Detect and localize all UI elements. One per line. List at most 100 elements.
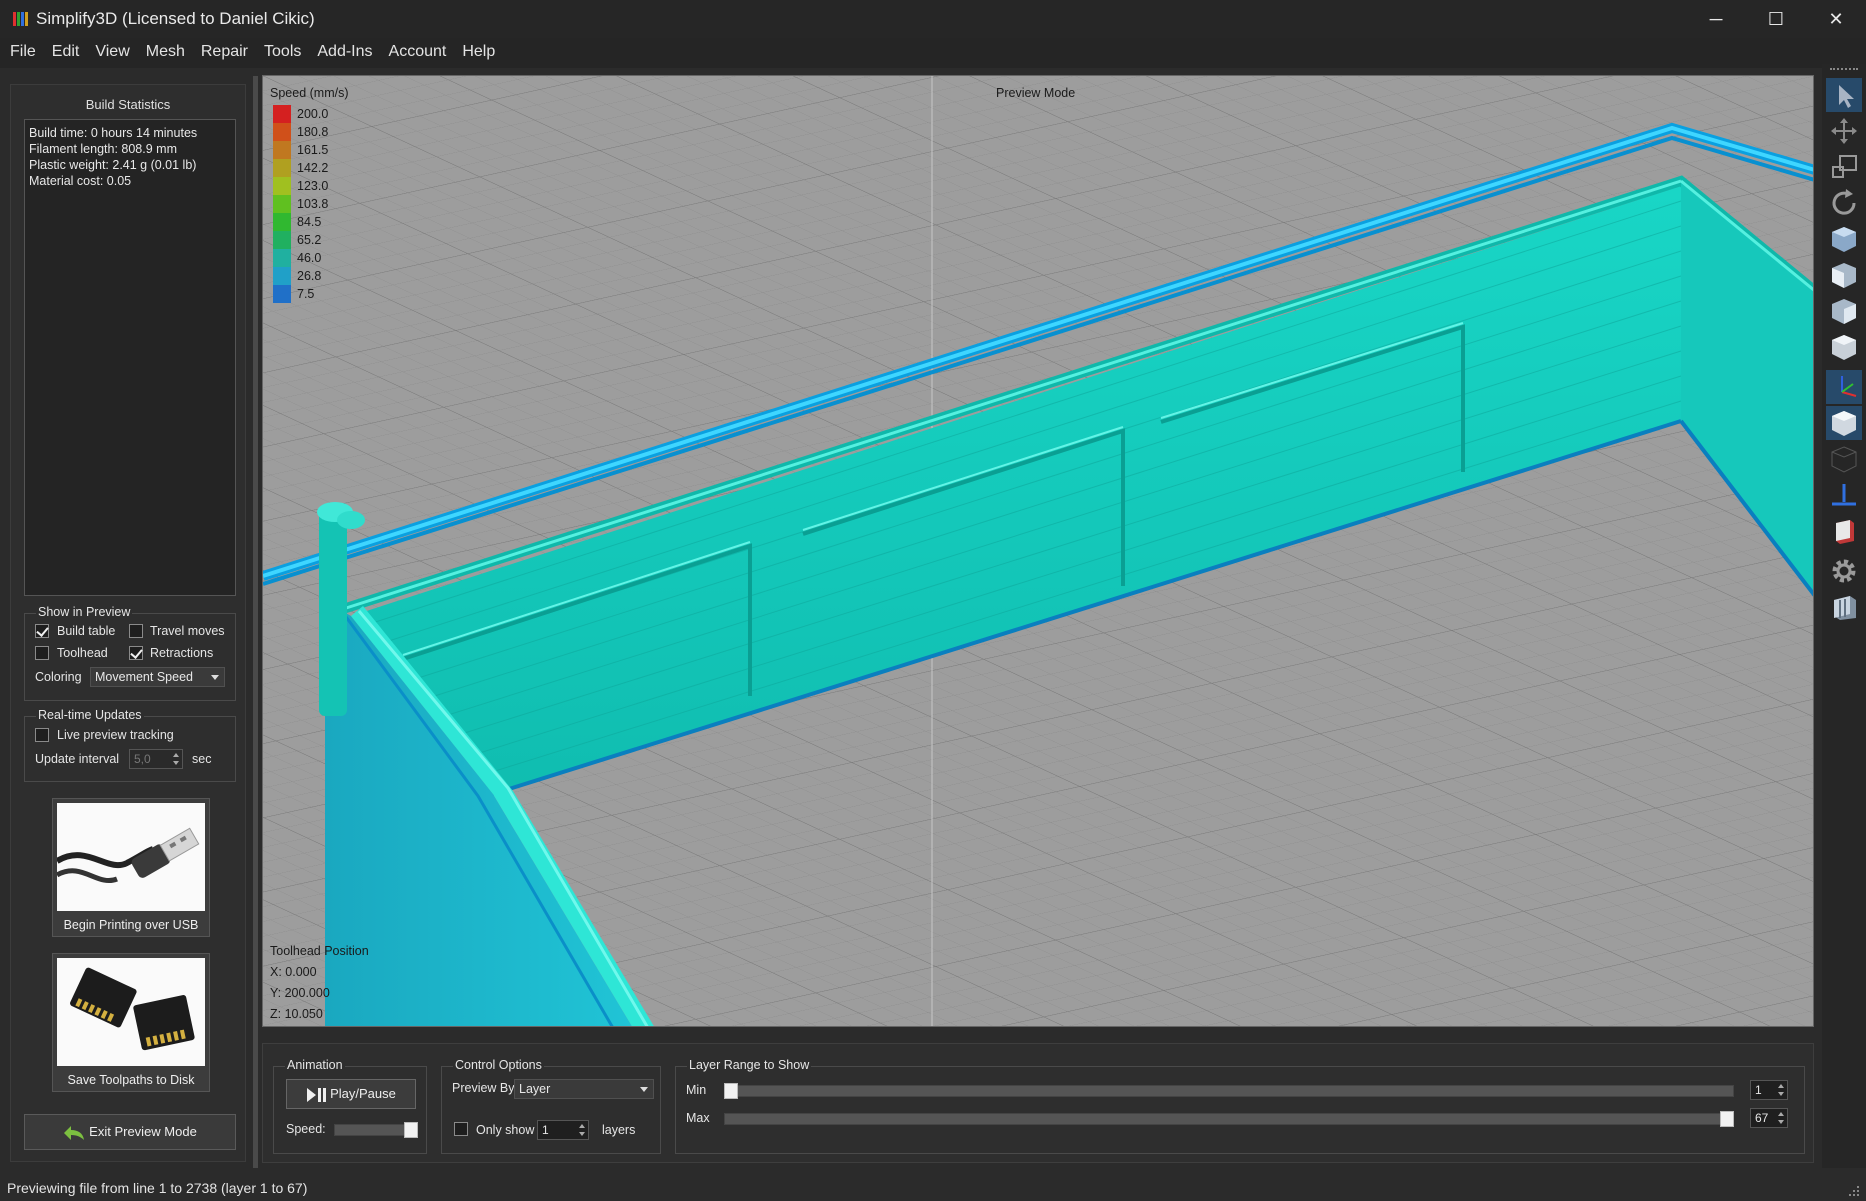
spin-down-icon[interactable] [1778, 1120, 1784, 1124]
scale-icon[interactable] [1826, 150, 1862, 184]
bottom-control-panel: Animation Play/Pause Speed: Control Opti… [262, 1043, 1814, 1163]
legend-swatch [273, 177, 291, 195]
animation-speed-handle[interactable] [404, 1122, 418, 1138]
select-icon[interactable] [1826, 78, 1862, 112]
legend-value: 123.0 [297, 179, 329, 193]
max-layer-input[interactable]: 67 [1750, 1108, 1788, 1128]
view-top-icon[interactable] [1826, 222, 1862, 256]
legend-value: 7.5 [297, 287, 315, 301]
legend-swatch [273, 159, 291, 177]
max-layer-value: 67 [1755, 1111, 1769, 1125]
sd-cards-image [57, 958, 205, 1066]
travel-moves-label: Travel moves [150, 624, 225, 638]
legend-swatch [273, 141, 291, 159]
move-icon[interactable] [1826, 114, 1862, 148]
preview-viewport[interactable]: Speed (mm/s) 200.0 180.8 161.5 142.2 123.0 10… [262, 75, 1814, 1027]
spin-up-icon[interactable] [1778, 1084, 1784, 1088]
legend-value: 180.8 [297, 125, 329, 139]
print-settings-icon[interactable] [1826, 514, 1862, 548]
min-layer-label: Min [686, 1083, 707, 1097]
solid-view-icon[interactable] [1826, 406, 1862, 440]
minimize-button[interactable]: ─ [1686, 0, 1746, 38]
toolbar-grip[interactable] [1830, 68, 1858, 70]
right-toolbar [1822, 64, 1866, 1168]
toolhead-x: X: 0.000 [270, 965, 317, 979]
toolhead-checkbox[interactable] [35, 646, 49, 660]
toolhead-position-title: Toolhead Position [270, 944, 369, 958]
menu-view[interactable]: View [87, 38, 137, 68]
menu-repair[interactable]: Repair [193, 38, 256, 68]
update-interval-unit: sec [192, 752, 212, 766]
menu-file[interactable]: File [0, 38, 44, 68]
travel-moves-checkbox[interactable] [129, 624, 143, 638]
update-interval-input[interactable]: 5,0 [129, 749, 183, 769]
live-preview-checkbox[interactable] [35, 728, 49, 742]
menu-add-ins[interactable]: Add-Ins [309, 38, 380, 68]
preview-mode-label: Preview Mode [996, 86, 1076, 100]
view-left-icon[interactable] [1826, 294, 1862, 328]
speed-label: Speed: [286, 1122, 326, 1136]
only-show-layers-input[interactable]: 1 [537, 1120, 589, 1140]
build-statistics-title: Build Statistics [85, 97, 171, 112]
exit-preview-mode-button[interactable]: Exit Preview Mode [24, 1114, 236, 1150]
stat-filament-length: Filament length: 808.9 mm [29, 142, 177, 156]
min-layer-input[interactable]: 1 [1750, 1080, 1788, 1100]
spin-up-icon[interactable] [579, 1124, 585, 1128]
only-show-value: 1 [542, 1123, 549, 1137]
legend-swatch [273, 213, 291, 231]
save-toolpaths-button[interactable]: Save Toolpaths to Disk [52, 953, 210, 1092]
panel-splitter[interactable] [253, 76, 258, 1168]
only-show-checkbox[interactable] [454, 1122, 468, 1136]
retractions-checkbox[interactable] [129, 646, 143, 660]
spin-up-icon[interactable] [173, 753, 179, 757]
show-in-preview-title: Show in Preview [36, 605, 133, 619]
legend-swatch [273, 195, 291, 213]
legend-value: 84.5 [297, 215, 322, 229]
max-layer-label: Max [686, 1111, 710, 1125]
control-options-group: Control Options Preview By Layer Only sh… [441, 1058, 661, 1154]
menu-edit[interactable]: Edit [44, 38, 88, 68]
spin-up-icon[interactable] [1778, 1112, 1784, 1116]
spin-down-icon[interactable] [173, 761, 179, 765]
begin-printing-usb-button[interactable]: Begin Printing over USB [52, 798, 210, 937]
menu-account[interactable]: Account [381, 38, 455, 68]
coloring-label: Coloring [35, 670, 82, 684]
status-bar: Previewing file from line 1 to 2738 (lay… [0, 1176, 1866, 1201]
toolhead-z: Z: 10.050 [270, 1007, 323, 1021]
window-title: Simplify3D (Licensed to Daniel Cikic) [36, 9, 315, 28]
build-table-checkbox[interactable] [35, 624, 49, 638]
menu-mesh[interactable]: Mesh [138, 38, 193, 68]
spin-down-icon[interactable] [579, 1132, 585, 1136]
close-button[interactable]: ✕ [1806, 0, 1866, 38]
wireframe-view-icon[interactable] [1826, 442, 1862, 476]
view-front-icon[interactable] [1826, 258, 1862, 292]
chevron-down-icon [640, 1087, 648, 1092]
maximize-button[interactable]: ☐ [1746, 0, 1806, 38]
spin-down-icon[interactable] [1778, 1092, 1784, 1096]
max-layer-slider[interactable] [724, 1113, 1734, 1125]
settings-icon[interactable] [1826, 554, 1862, 588]
preview-by-dropdown[interactable]: Layer [514, 1079, 654, 1099]
legend-value: 65.2 [297, 233, 322, 247]
machine-icon[interactable] [1826, 590, 1862, 624]
min-layer-slider[interactable] [724, 1085, 1734, 1097]
left-panel: Build Statistics Build time: 0 hours 14 … [10, 84, 246, 1162]
menu-tools[interactable]: Tools [256, 38, 309, 68]
axes-icon[interactable] [1826, 370, 1862, 404]
control-options-title: Control Options [453, 1058, 544, 1072]
view-iso-icon[interactable] [1826, 330, 1862, 364]
min-layer-handle[interactable] [724, 1083, 738, 1099]
play-pause-icon [307, 1087, 327, 1102]
coloring-dropdown[interactable]: Movement Speed [90, 667, 225, 687]
play-pause-button[interactable]: Play/Pause [286, 1079, 416, 1109]
stat-plastic-weight: Plastic weight: 2.41 g (0.01 lb) [29, 158, 197, 172]
cross-section-icon[interactable] [1826, 478, 1862, 512]
chevron-down-icon [211, 675, 219, 680]
menu-help[interactable]: Help [454, 38, 503, 68]
resize-grip-icon[interactable] [1848, 1185, 1860, 1197]
status-text: Previewing file from line 1 to 2738 (lay… [7, 1180, 308, 1196]
stat-build-time: Build time: 0 hours 14 minutes [29, 126, 198, 140]
retractions-label: Retractions [150, 646, 214, 660]
rotate-icon[interactable] [1826, 186, 1862, 220]
max-layer-handle[interactable] [1720, 1111, 1734, 1127]
